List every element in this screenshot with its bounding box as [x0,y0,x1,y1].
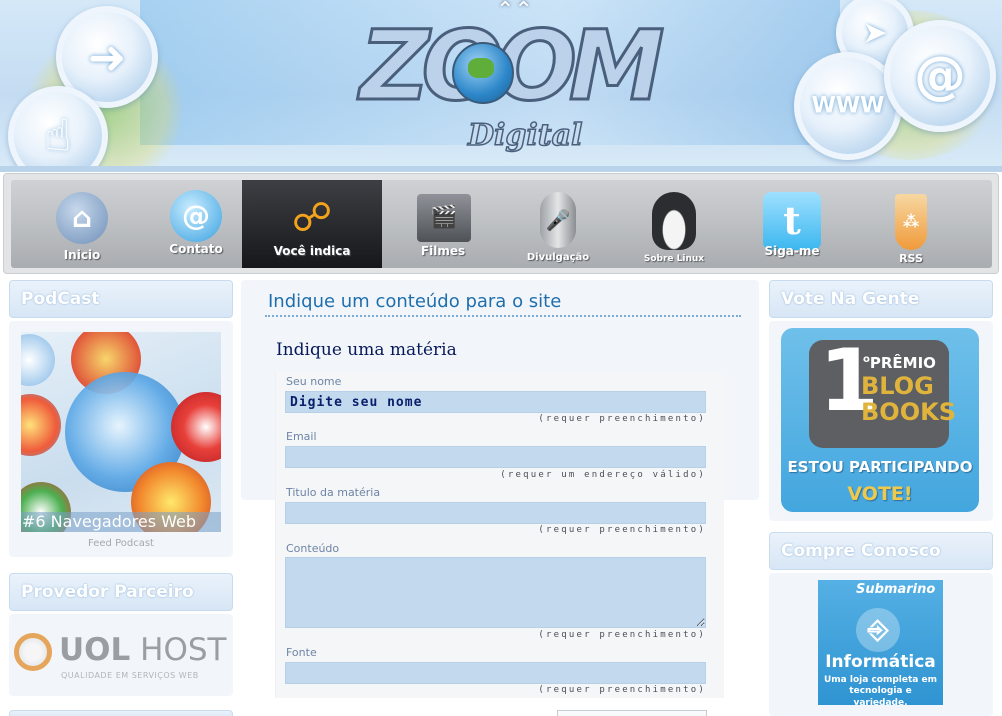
shop-box-title: Compre Conosco [769,532,993,570]
page-title: Indique um conteúdo para o site [268,291,562,312]
submarino-description: Uma loja completa em tecnologia e varied… [824,675,937,705]
name-required-hint: (requer preenchimento) [538,414,706,424]
submarino-category: Informática [825,652,936,672]
award-premio: oPRÊMIO [863,354,936,372]
award-ordinal: o [863,354,870,365]
nav-item-filmes[interactable]: 🎬 Filmes [411,180,475,268]
award-books: BOOKS [861,398,956,426]
award-vote: VOTE! [847,483,913,505]
logo-sub-text: Digital [467,117,583,154]
uol-bold-text: UOL [59,632,131,668]
microphone-icon: 🎤 [540,192,576,248]
plug-icon: ⎆ [856,608,900,652]
at-icon: @ [170,190,222,242]
home-icon: ⌂ [56,192,108,244]
award-participating: ESTOU PARTICIPANDO [787,458,973,476]
nav-label: Divulgação [526,252,590,263]
submarino-ad[interactable]: Submarino ⎆ Informática Uma loja complet… [818,580,943,705]
podcast-box-title: PodCast [9,280,233,318]
nav-item-siga-me[interactable]: t Siga-me [756,180,828,268]
vote-box-title: Vote Na Gente [769,280,993,318]
nav-label: Siga-me [764,244,820,258]
browser-logo-icon [21,334,55,386]
nav-item-divulgacao[interactable]: 🎤 Divulgação [518,180,598,268]
submarino-brand: Submarino [856,582,936,597]
header-banner: ➜ ☝ ➤ WWW @ ⌃⌃ ZOOM Digital [0,0,1002,172]
nav-label: Filmes [420,244,466,258]
source-required-hint: (requer preenchimento) [538,685,706,695]
name-label: Seu nome [286,375,342,388]
twitter-icon: t [763,192,821,250]
uol-ring-icon [14,633,52,671]
nav-bar: ⌂ Inicio @ Contato ☍ Você indica 🎬 Filme… [11,180,992,268]
source-input[interactable] [285,662,706,684]
nav-item-voce-indica[interactable]: ☍ Você indica [242,180,382,268]
site-logo[interactable]: ⌃⌃ ZOOM Digital [359,0,666,165]
content-textarea[interactable] [285,557,706,628]
nav-label: Você indica [273,244,351,258]
nav-label: Inicio [63,248,101,262]
podcast-title: PodCast [21,289,100,309]
nav-label: RSS [899,252,923,265]
name-input[interactable] [285,391,706,413]
vote-title: Vote Na Gente [781,289,920,309]
email-required-hint: (requer um endereço válido) [500,470,706,480]
globe-icon [452,42,514,104]
main-navigation: ⌂ Inicio @ Contato ☍ Você indica 🎬 Filme… [3,173,999,274]
uol-host-logo[interactable]: UOL HOST QUALIDADE EM SERVIÇOS WEB [14,630,226,690]
nav-label: Sobre Linux [643,254,705,264]
title-divider [265,315,741,317]
email-label: Email [286,430,317,443]
uol-wordmark: UOL HOST [59,632,226,668]
nav-item-inicio[interactable]: ⌂ Inicio [47,180,117,268]
podcast-caption: #6 Navegadores Web [21,512,221,532]
uol-tagline: QUALIDADE EM SERVIÇOS WEB [61,671,199,680]
penguin-icon [652,192,696,250]
source-label: Fonte [286,646,317,659]
blog-award-badge[interactable]: 1 oPRÊMIO BLOG BOOKS ESTOU PARTICIPANDO … [781,328,979,512]
nav-label: Contato [169,242,223,256]
rss-icon: ⁂ [895,194,927,250]
clapperboard-icon: 🎬 [417,194,471,242]
content-required-hint: (requer preenchimento) [538,630,706,640]
email-input[interactable] [285,446,706,468]
at-bubble-icon: @ [884,20,996,132]
uol-light-text: HOST [140,632,227,668]
award-blog: BLOG [861,372,934,400]
browser-logo-icon [21,394,61,456]
nav-item-rss[interactable]: ⁂ RSS [881,180,941,268]
partner-box-title: Provedor Parceiro [9,573,233,611]
banner-bottom-line [0,166,1002,172]
article-title-required-hint: (requer preenchimento) [538,525,706,535]
award-premio-text: PRÊMIO [869,354,936,372]
partner-title: Provedor Parceiro [21,582,194,602]
nav-item-sobre-linux[interactable]: Sobre Linux [636,180,712,268]
feed-podcast-link[interactable]: Feed Podcast [21,538,221,549]
article-title-input[interactable] [285,502,706,524]
next-box-title [9,710,233,716]
form-heading: Indique uma matéria [276,340,457,360]
submit-button[interactable] [557,710,707,716]
content-label: Conteúdo [286,542,340,555]
shop-title: Compre Conosco [781,541,941,561]
podcast-episode-image[interactable]: #6 Navegadores Web [21,332,221,532]
nav-item-contato[interactable]: @ Contato [161,180,231,268]
article-title-label: Titulo da matéria [286,486,381,499]
link-icon: ☍ [291,195,333,241]
